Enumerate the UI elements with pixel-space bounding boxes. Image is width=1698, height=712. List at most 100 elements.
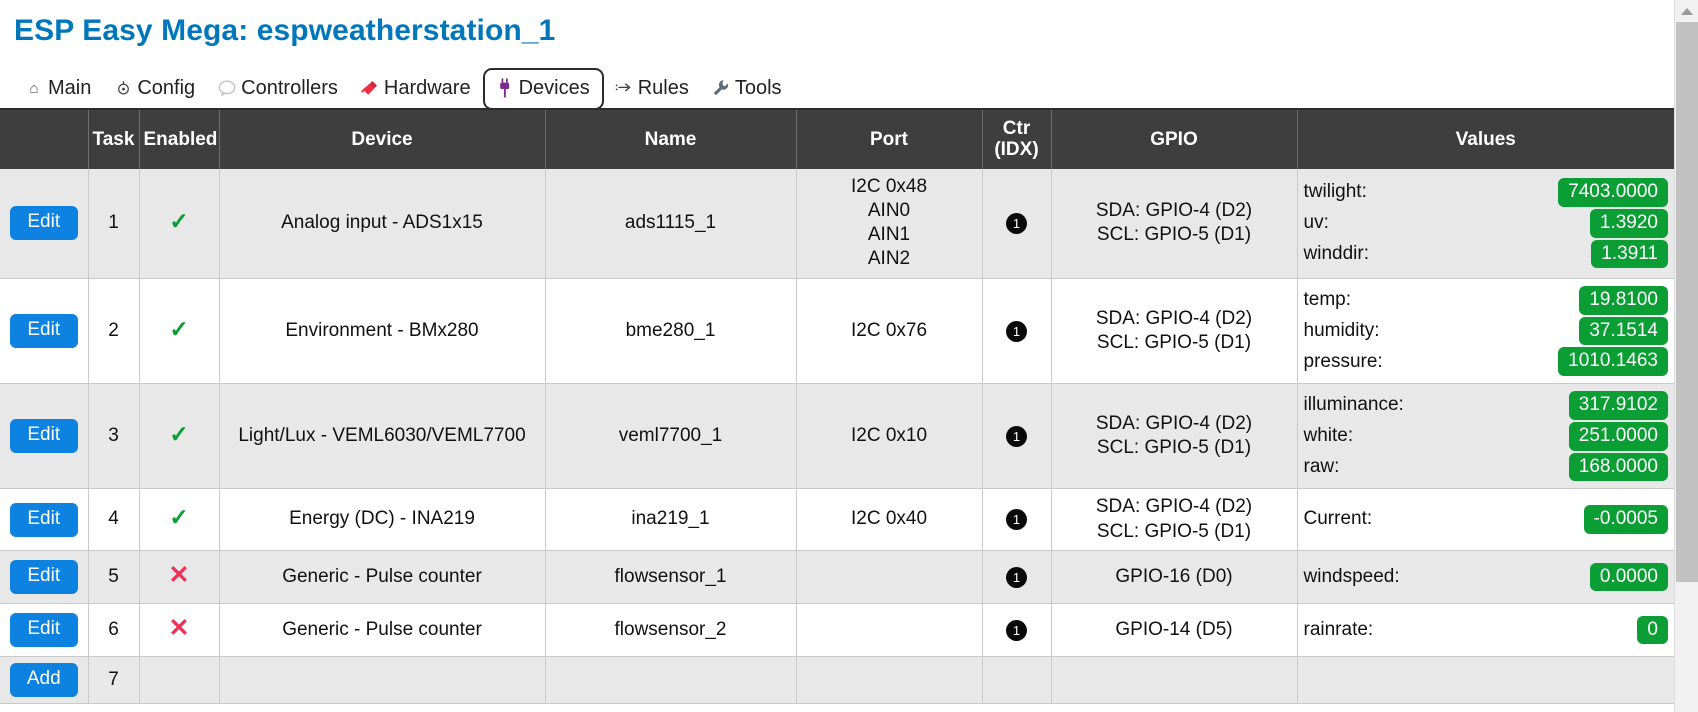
value-entry: twilight: 7403.0000 bbox=[1304, 177, 1669, 208]
tab-devices[interactable]: Devices bbox=[483, 68, 604, 110]
edit-button[interactable]: Edit bbox=[10, 206, 78, 240]
row-task-number: 3 bbox=[88, 384, 139, 489]
row-task-number: 7 bbox=[88, 656, 139, 703]
edit-button[interactable]: Edit bbox=[10, 503, 78, 537]
row-port bbox=[796, 656, 982, 703]
value-entry: Current: -0.0005 bbox=[1304, 504, 1669, 535]
page-scrollbar[interactable] bbox=[1674, 0, 1698, 712]
row-device-type: Light/Lux - VEML6030/VEML7700 bbox=[219, 384, 545, 489]
row-ctr-idx-cell: 1 bbox=[982, 384, 1051, 489]
controller-index-badge: 1 bbox=[1006, 620, 1027, 641]
table-row: Edit 5 ✕ Generic - Pulse counter flowsen… bbox=[0, 550, 1674, 603]
edit-button[interactable]: Edit bbox=[10, 613, 78, 647]
row-action-cell: Add bbox=[0, 656, 88, 703]
value-badge: 1010.1463 bbox=[1558, 347, 1668, 376]
row-device-type: Generic - Pulse counter bbox=[219, 603, 545, 656]
controller-index-badge: 1 bbox=[1006, 567, 1027, 588]
row-ctr-idx-cell: 1 bbox=[982, 278, 1051, 383]
row-values-cell: twilight: 7403.0000 uv: 1.3920 winddir: … bbox=[1297, 169, 1674, 279]
value-entry: winddir: 1.3911 bbox=[1304, 239, 1669, 270]
tab-rules-label: Rules bbox=[638, 78, 689, 98]
value-entry: raw: 168.0000 bbox=[1304, 452, 1669, 483]
tab-controllers-label: Controllers bbox=[241, 78, 338, 98]
row-enabled-cell: ✕ bbox=[139, 603, 219, 656]
row-enabled-cell: ✕ bbox=[139, 550, 219, 603]
row-ctr-idx-cell: 1 bbox=[982, 550, 1051, 603]
value-entry: pressure: 1010.1463 bbox=[1304, 346, 1669, 377]
row-enabled-cell bbox=[139, 656, 219, 703]
controller-index-badge: 1 bbox=[1006, 213, 1027, 234]
row-task-number: 4 bbox=[88, 489, 139, 551]
arrow-icon bbox=[614, 78, 634, 98]
value-badge: 168.0000 bbox=[1569, 453, 1668, 482]
value-label: rainrate: bbox=[1304, 618, 1374, 642]
chat-bubble-icon bbox=[217, 78, 237, 98]
tab-main[interactable]: ⌂ Main bbox=[14, 70, 103, 108]
row-device-type bbox=[219, 656, 545, 703]
row-values-cell: rainrate: 0 bbox=[1297, 603, 1674, 656]
row-device-name: bme280_1 bbox=[545, 278, 796, 383]
table-row: Edit 4 ✓ Energy (DC) - INA219 ina219_1 I… bbox=[0, 489, 1674, 551]
row-gpio: SDA: GPIO-4 (D2) SCL: GPIO-5 (D1) bbox=[1051, 489, 1297, 551]
row-action-cell: Edit bbox=[0, 169, 88, 279]
tab-hardware-label: Hardware bbox=[384, 78, 471, 98]
value-label: uv: bbox=[1304, 211, 1329, 235]
row-device-type: Environment - BMx280 bbox=[219, 278, 545, 383]
row-device-name: veml7700_1 bbox=[545, 384, 796, 489]
value-badge: 19.8100 bbox=[1579, 286, 1668, 315]
row-device-name: ina219_1 bbox=[545, 489, 796, 551]
row-port: I2C 0x10 bbox=[796, 384, 982, 489]
row-port: I2C 0x40 bbox=[796, 489, 982, 551]
column-header-ctr-idx: Ctr (IDX) bbox=[982, 110, 1051, 169]
edit-button[interactable]: Edit bbox=[10, 314, 78, 348]
column-header-actions bbox=[0, 110, 88, 169]
table-header: Task Enabled Device Name Port Ctr (IDX) … bbox=[0, 110, 1674, 169]
tab-devices-label: Devices bbox=[519, 78, 590, 98]
value-badge: 0 bbox=[1637, 616, 1668, 645]
column-header-name: Name bbox=[545, 110, 796, 169]
scrollbar-up-arrow-icon[interactable] bbox=[1675, 0, 1698, 22]
row-device-name: flowsensor_1 bbox=[545, 550, 796, 603]
tab-rules[interactable]: Rules bbox=[604, 70, 701, 108]
table-row: Edit 3 ✓ Light/Lux - VEML6030/VEML7700 v… bbox=[0, 384, 1674, 489]
row-action-cell: Edit bbox=[0, 603, 88, 656]
value-label: white: bbox=[1304, 424, 1354, 448]
page-content: ESP Easy Mega: espweatherstation_1 ⌂ Mai… bbox=[0, 0, 1674, 712]
table-header-row: Task Enabled Device Name Port Ctr (IDX) … bbox=[0, 110, 1674, 169]
pushpin-icon bbox=[360, 78, 380, 98]
row-values-cell: temp: 19.8100 humidity: 37.1514 pressure… bbox=[1297, 278, 1674, 383]
row-device-type: Energy (DC) - INA219 bbox=[219, 489, 545, 551]
check-icon: ✓ bbox=[169, 504, 188, 530]
x-mark-icon: ✕ bbox=[169, 614, 190, 642]
value-badge: 7403.0000 bbox=[1558, 178, 1668, 207]
value-entry: humidity: 37.1514 bbox=[1304, 316, 1669, 347]
row-values-cell: windspeed: 0.0000 bbox=[1297, 550, 1674, 603]
row-task-number: 1 bbox=[88, 169, 139, 279]
gear-icon bbox=[113, 78, 133, 98]
value-label: illuminance: bbox=[1304, 393, 1404, 417]
devices-table: Task Enabled Device Name Port Ctr (IDX) … bbox=[0, 110, 1674, 704]
row-ctr-idx-cell bbox=[982, 656, 1051, 703]
edit-button[interactable]: Edit bbox=[10, 560, 78, 594]
tab-tools[interactable]: Tools bbox=[701, 70, 794, 108]
wrench-icon bbox=[711, 78, 731, 98]
add-button[interactable]: Add bbox=[10, 663, 78, 697]
plug-icon bbox=[495, 78, 515, 98]
row-gpio: SDA: GPIO-4 (D2) SCL: GPIO-5 (D1) bbox=[1051, 169, 1297, 279]
tab-config[interactable]: Config bbox=[103, 70, 207, 108]
row-enabled-cell: ✓ bbox=[139, 278, 219, 383]
home-icon: ⌂ bbox=[24, 78, 44, 98]
value-label: winddir: bbox=[1304, 242, 1369, 266]
edit-button[interactable]: Edit bbox=[10, 419, 78, 453]
value-entry: temp: 19.8100 bbox=[1304, 285, 1669, 316]
tab-controllers[interactable]: Controllers bbox=[207, 70, 350, 108]
row-gpio: SDA: GPIO-4 (D2) SCL: GPIO-5 (D1) bbox=[1051, 278, 1297, 383]
row-port bbox=[796, 603, 982, 656]
scrollbar-thumb[interactable] bbox=[1676, 22, 1698, 582]
row-values-cell: illuminance: 317.9102 white: 251.0000 ra… bbox=[1297, 384, 1674, 489]
main-nav-tabs: ⌂ Main Config bbox=[0, 62, 1674, 108]
row-gpio: SDA: GPIO-4 (D2) SCL: GPIO-5 (D1) bbox=[1051, 384, 1297, 489]
tab-hardware[interactable]: Hardware bbox=[350, 70, 483, 108]
row-enabled-cell: ✓ bbox=[139, 169, 219, 279]
row-gpio: GPIO-16 (D0) bbox=[1051, 550, 1297, 603]
